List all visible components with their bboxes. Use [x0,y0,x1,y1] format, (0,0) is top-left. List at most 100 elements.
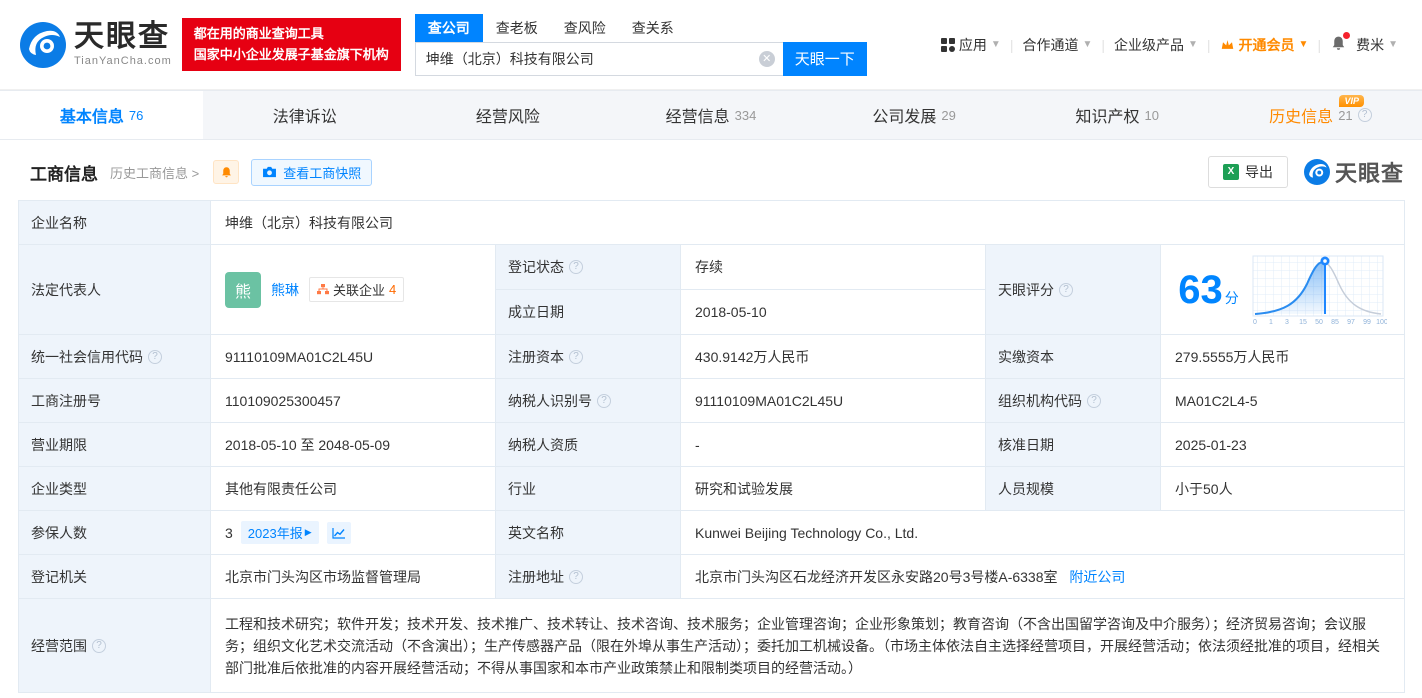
table-row: 工商注册号 110109025300457 纳税人识别号? 91110109MA… [19,379,1405,423]
table-row: 营业期限 2018-05-10 至 2048-05-09 纳税人资质 - 核准日… [19,423,1405,467]
clear-search-icon[interactable]: ✕ [759,51,775,67]
nav-partner[interactable]: 合作通道▼ [1022,35,1092,55]
annual-report-badge[interactable]: 2023年报▶ [241,521,319,544]
table-row: 参保人数 3 2023年报▶ 英文名称 Kunwei Beijing Techn… [19,511,1405,555]
svg-text:3: 3 [1285,319,1289,326]
nav-open-vip[interactable]: 开通会员▼ [1220,35,1309,55]
tab-intellectual-property[interactable]: 知识产权 10 [1016,91,1219,139]
search-button[interactable]: 天眼一下 [783,42,867,76]
label-english-name: 英文名称 [496,511,681,555]
promo-banner-line1: 都在用的商业查询工具 [194,24,389,44]
table-row: 企业类型 其他有限责任公司 行业 研究和试验发展 人员规模 小于50人 [19,467,1405,511]
subscribe-bell-button[interactable] [213,160,239,184]
label-approval-date: 核准日期 [986,423,1161,467]
nav-enterprise[interactable]: 企业级产品 ▼ [1114,35,1198,55]
excel-icon: X [1223,164,1239,180]
value-industry: 研究和试验发展 [681,467,986,511]
search-tab-company[interactable]: 查公司 [415,14,483,42]
label-credit-code: 统一社会信用代码? [19,335,211,379]
help-icon[interactable]: ? [148,350,162,364]
value-registration-status: 存续 [681,245,986,290]
chevron-down-icon: ▼ [991,39,1001,50]
related-companies-badge[interactable]: 关联企业 4 [309,277,404,302]
crown-icon [1220,38,1235,51]
search-input[interactable] [415,42,783,76]
value-registration-number: 110109025300457 [211,379,496,423]
tianyancha-logo[interactable]: 天眼查 TianYanCha.com [20,22,172,68]
label-establish-date: 成立日期 [496,290,681,335]
svg-text:100: 100 [1376,319,1387,326]
score-number: 63 [1178,268,1223,312]
export-label: 导出 [1245,162,1273,182]
top-header: 天眼查 TianYanCha.com 都在用的商业查询工具 国家中小企业发展子基… [0,0,1422,90]
label-org-code: 组织机构代码? [986,379,1161,423]
value-legal-representative: 熊 熊琳 关联企业 4 [211,245,496,335]
value-company-type: 其他有限责任公司 [211,467,496,511]
nav-user[interactable]: 费米 ▼ [1356,35,1398,55]
value-taxpayer-id: 91110109MA01C2L45U [681,379,986,423]
notification-dot [1343,32,1350,39]
chevron-down-icon: ▼ [1188,39,1198,50]
trend-chart-icon[interactable] [327,522,351,544]
label-legal-representative: 法定代表人 [19,245,211,335]
svg-text:97: 97 [1347,319,1355,326]
label-paid-capital: 实缴资本 [986,335,1161,379]
nav-enterprise-label: 企业级产品 [1114,35,1184,55]
help-icon[interactable]: ? [1358,108,1372,122]
search-tab-relation[interactable]: 查关系 [619,14,687,42]
search-tabs: 查公司 查老板 查风险 查关系 [415,14,867,42]
value-company-name: 坤维（北京）科技有限公司 [211,201,1405,245]
value-registered-address: 北京市门头沟区石龙经济开发区永安路20号3号楼A-6338室 附近公司 [681,555,1405,599]
address-text: 北京市门头沟区石龙经济开发区永安路20号3号楼A-6338室 [695,569,1058,585]
view-business-snapshot-button[interactable]: 查看工商快照 [251,159,372,186]
export-button[interactable]: X 导出 [1208,156,1288,188]
tab-basic-info[interactable]: 基本信息 76 [0,91,203,139]
company-tabbar: 基本信息 76 法律诉讼 经营风险 经营信息 334 公司发展 29 知识产权 … [0,90,1422,140]
help-icon[interactable]: ? [569,570,583,584]
legal-rep-name-link[interactable]: 熊琳 [271,280,299,300]
score-unit: 分 [1225,290,1239,306]
value-registered-capital: 430.9142万人民币 [681,335,986,379]
value-business-term: 2018-05-10 至 2048-05-09 [211,423,496,467]
nav-apps[interactable]: 应用 ▼ [941,35,1001,55]
tab-legal[interactable]: 法律诉讼 [203,91,406,139]
value-english-name: Kunwei Beijing Technology Co., Ltd. [681,511,1405,555]
help-icon[interactable]: ? [569,260,583,274]
related-companies-count: 4 [389,282,396,297]
svg-text:15: 15 [1299,319,1307,326]
nav-apps-label: 应用 [959,35,987,55]
watermark-logo: 天眼查 [1304,156,1404,188]
help-icon[interactable]: ? [1059,283,1073,297]
search-tab-boss[interactable]: 查老板 [483,14,551,42]
nearby-companies-link[interactable]: 附近公司 [1069,569,1125,585]
apps-grid-icon [941,38,955,52]
value-registration-authority: 北京市门头沟区市场监督管理局 [211,555,496,599]
help-icon[interactable]: ? [569,350,583,364]
section-header: 工商信息 历史工商信息 > 查看工商快照 X 导出 天眼查 [0,140,1422,198]
value-business-scope: 工程和技术研究；软件开发；技术开发、技术推广、技术转让、技术咨询、技术服务；企业… [211,599,1405,693]
chevron-down-icon: ▼ [1388,39,1398,50]
table-row: 统一社会信用代码? 91110109MA01C2L45U 注册资本? 430.9… [19,335,1405,379]
value-credit-code: 91110109MA01C2L45U [211,335,496,379]
tab-company-development[interactable]: 公司发展 29 [813,91,1016,139]
org-chart-icon [317,284,329,296]
help-icon[interactable]: ? [597,394,611,408]
help-icon[interactable]: ? [92,639,106,653]
tianyancha-logo-icon [20,22,66,68]
top-nav: 应用▼ | 合作通道▼ | 企业级产品▼ | 开通会员▼ | 费米▼ [941,35,1398,55]
tab-operating-risk[interactable]: 经营风险 [406,91,609,139]
tab-operating-info[interactable]: 经营信息 334 [609,91,812,139]
tab-operating-risk-label: 经营风险 [476,103,540,127]
notification-bell-icon[interactable] [1330,35,1347,55]
legal-rep-avatar[interactable]: 熊 [225,272,261,308]
label-business-scope: 经营范围? [19,599,211,693]
nav-user-label: 费米 [1356,35,1384,55]
history-business-info-link[interactable]: 历史工商信息 > [110,163,199,182]
search-tab-risk[interactable]: 查风险 [551,14,619,42]
help-icon[interactable]: ? [1087,394,1101,408]
business-info-table: 企业名称 坤维（北京）科技有限公司 法定代表人 熊 熊琳 关联企业 4 [18,200,1405,693]
tab-history-info[interactable]: VIP 历史信息 21 ? [1219,91,1422,139]
search-area: 查公司 查老板 查风险 查关系 ✕ 天眼一下 [415,14,867,76]
value-tyc-score[interactable]: 63分 [1161,245,1405,335]
value-establish-date: 2018-05-10 [681,290,986,335]
